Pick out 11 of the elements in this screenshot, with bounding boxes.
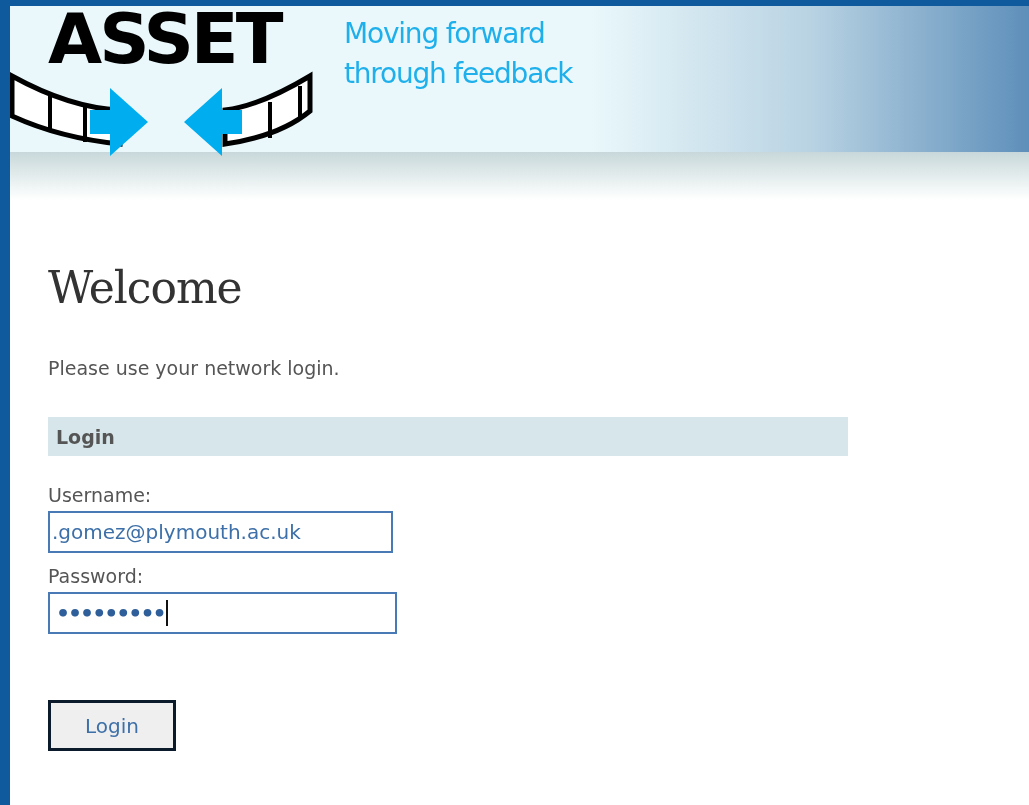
section-header: Login [48,417,848,456]
tagline-text: Moving forward [344,16,546,52]
login-button[interactable]: Login [48,700,176,751]
field-label: Username: [48,484,152,508]
field-label: Password: [48,565,144,589]
logo-text: ASSET [48,4,281,74]
username-field[interactable]: .gomez@plymouth.ac.uk [48,511,393,553]
tagline-text: through feedback [344,56,573,92]
intro-text: Please use your network login. [48,357,341,379]
password-field[interactable]: ••••••••• [48,592,397,634]
page-heading: Welcome [48,262,243,313]
